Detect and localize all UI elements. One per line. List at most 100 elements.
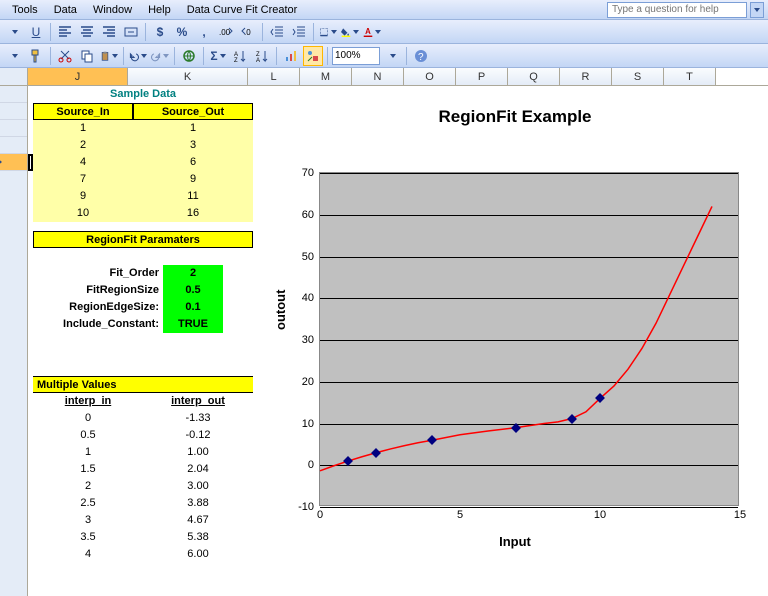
cell[interactable]: 1.00 bbox=[143, 444, 253, 461]
column-header-O[interactable]: O bbox=[404, 68, 456, 85]
cell[interactable]: 10 bbox=[33, 205, 133, 222]
sort-desc-button[interactable]: ZA bbox=[252, 46, 272, 66]
table-row[interactable]: 11.00 bbox=[33, 444, 253, 461]
redo-button[interactable] bbox=[150, 46, 170, 66]
copy-button[interactable] bbox=[77, 46, 97, 66]
toolbar-options[interactable] bbox=[4, 46, 24, 66]
cell[interactable]: 0.5 bbox=[33, 427, 143, 444]
select-all-corner[interactable] bbox=[0, 68, 28, 85]
align-left-button[interactable] bbox=[55, 22, 75, 42]
column-header-Q[interactable]: Q bbox=[508, 68, 560, 85]
cell[interactable]: 16 bbox=[133, 205, 253, 222]
cell[interactable]: -1.33 bbox=[143, 410, 253, 427]
cell[interactable]: 6.00 bbox=[143, 546, 253, 563]
cell[interactable]: 11 bbox=[133, 188, 253, 205]
param-value[interactable]: 0.1 bbox=[163, 299, 223, 316]
cell[interactable]: 9 bbox=[33, 188, 133, 205]
worksheet-grid[interactable]: Sample Data Source_In Source_Out 1123467… bbox=[0, 86, 768, 596]
table-row[interactable]: 79 bbox=[33, 171, 253, 188]
font-color-button[interactable]: A bbox=[362, 22, 382, 42]
cell[interactable]: 2.5 bbox=[33, 495, 143, 512]
chart[interactable]: RegionFit Example outout Input -10010203… bbox=[263, 94, 767, 592]
table-row[interactable]: 23 bbox=[33, 137, 253, 154]
param-value[interactable]: 2 bbox=[163, 265, 223, 282]
decrease-decimal-button[interactable]: .0 bbox=[238, 22, 258, 42]
row-header[interactable] bbox=[0, 103, 27, 120]
zoom-dropdown[interactable] bbox=[382, 46, 402, 66]
underline-button[interactable]: U bbox=[26, 22, 46, 42]
paste-button[interactable] bbox=[99, 46, 119, 66]
autosum-button[interactable]: Σ bbox=[208, 46, 228, 66]
table-row[interactable]: 11 bbox=[33, 120, 253, 137]
column-header-T[interactable]: T bbox=[664, 68, 716, 85]
cell[interactable]: 2.04 bbox=[143, 461, 253, 478]
sort-asc-button[interactable]: AZ bbox=[230, 46, 250, 66]
cell[interactable]: 1 bbox=[33, 120, 133, 137]
table-row[interactable]: 23.00 bbox=[33, 478, 253, 495]
table-row[interactable]: 0.5-0.12 bbox=[33, 427, 253, 444]
currency-button[interactable]: $ bbox=[150, 22, 170, 42]
cell[interactable]: 1.5 bbox=[33, 461, 143, 478]
hyperlink-button[interactable] bbox=[179, 46, 199, 66]
merge-center-button[interactable] bbox=[121, 22, 141, 42]
chart-wizard-button[interactable] bbox=[281, 46, 301, 66]
param-value[interactable]: TRUE bbox=[163, 316, 223, 333]
row-header[interactable] bbox=[0, 137, 27, 154]
cell[interactable]: 3 bbox=[33, 512, 143, 529]
borders-button[interactable] bbox=[318, 22, 338, 42]
cell[interactable]: 3.00 bbox=[143, 478, 253, 495]
cell[interactable]: 1 bbox=[133, 120, 253, 137]
table-row[interactable]: 1016 bbox=[33, 205, 253, 222]
help-dropdown[interactable] bbox=[750, 2, 764, 18]
cell[interactable]: 4.67 bbox=[143, 512, 253, 529]
zoom-input[interactable]: 100% bbox=[332, 47, 380, 65]
column-header-P[interactable]: P bbox=[456, 68, 508, 85]
cell[interactable]: 5.38 bbox=[143, 529, 253, 546]
cell[interactable]: 7 bbox=[33, 171, 133, 188]
cell[interactable]: 3.88 bbox=[143, 495, 253, 512]
cell[interactable]: 3 bbox=[133, 137, 253, 154]
cell[interactable]: 4 bbox=[33, 546, 143, 563]
drawing-button[interactable] bbox=[303, 46, 323, 66]
cell[interactable]: 9 bbox=[133, 171, 253, 188]
menu-tools[interactable]: Tools bbox=[4, 2, 46, 18]
align-center-button[interactable] bbox=[77, 22, 97, 42]
undo-button[interactable] bbox=[128, 46, 148, 66]
cell[interactable]: 0 bbox=[33, 410, 143, 427]
help-button[interactable]: ? bbox=[411, 46, 431, 66]
menu-data[interactable]: Data bbox=[46, 2, 85, 18]
decrease-indent-button[interactable] bbox=[267, 22, 287, 42]
menu-curvefit[interactable]: Data Curve Fit Creator bbox=[179, 2, 306, 18]
align-right-button[interactable] bbox=[99, 22, 119, 42]
cell[interactable]: 1 bbox=[33, 444, 143, 461]
row-header[interactable] bbox=[0, 86, 27, 103]
cell[interactable]: 2 bbox=[33, 137, 133, 154]
column-header-S[interactable]: S bbox=[612, 68, 664, 85]
column-header-R[interactable]: R bbox=[560, 68, 612, 85]
menu-window[interactable]: Window bbox=[85, 2, 140, 18]
table-row[interactable]: 46.00 bbox=[33, 546, 253, 563]
cell[interactable]: 6 bbox=[133, 154, 253, 171]
table-row[interactable]: 46 bbox=[33, 154, 253, 171]
cell[interactable]: 3.5 bbox=[33, 529, 143, 546]
increase-decimal-button[interactable]: .00 bbox=[216, 22, 236, 42]
param-value[interactable]: 0.5 bbox=[163, 282, 223, 299]
increase-indent-button[interactable] bbox=[289, 22, 309, 42]
fill-color-button[interactable] bbox=[340, 22, 360, 42]
cell[interactable]: -0.12 bbox=[143, 427, 253, 444]
comma-style-button[interactable]: , bbox=[194, 22, 214, 42]
menu-help[interactable]: Help bbox=[140, 2, 179, 18]
row-header[interactable] bbox=[0, 120, 27, 137]
table-row[interactable]: 2.53.88 bbox=[33, 495, 253, 512]
table-row[interactable]: 3.55.38 bbox=[33, 529, 253, 546]
cell[interactable]: 4 bbox=[33, 154, 133, 171]
column-header-K[interactable]: K bbox=[128, 68, 248, 85]
cut-button[interactable] bbox=[55, 46, 75, 66]
cell[interactable]: 2 bbox=[33, 478, 143, 495]
help-input[interactable] bbox=[607, 2, 747, 18]
column-header-M[interactable]: M bbox=[300, 68, 352, 85]
column-header-L[interactable]: L bbox=[248, 68, 300, 85]
font-dropdown[interactable] bbox=[4, 22, 24, 42]
column-header-N[interactable]: N bbox=[352, 68, 404, 85]
table-row[interactable]: 0-1.33 bbox=[33, 410, 253, 427]
